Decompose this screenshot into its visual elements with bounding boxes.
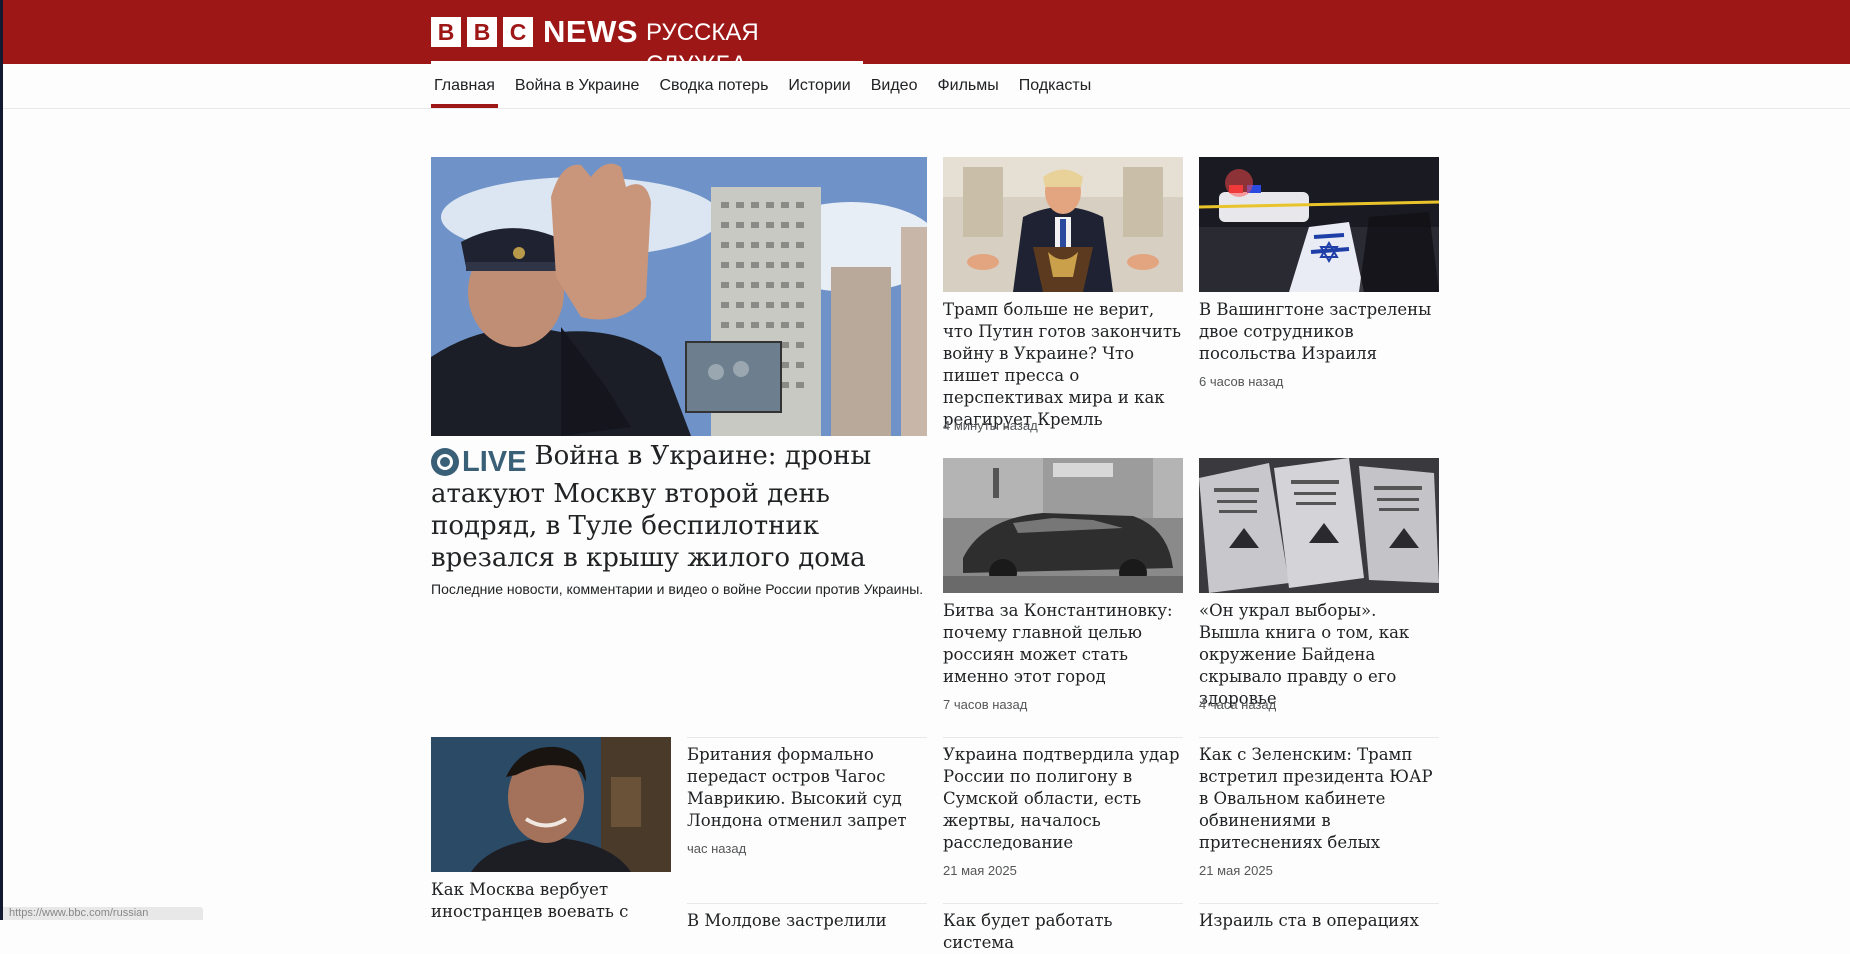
story-divider: [687, 737, 927, 738]
policeman-photo: [431, 157, 927, 436]
burned-car-photo: [943, 458, 1183, 593]
story-timestamp-washington: 6 часов назад: [1199, 374, 1284, 389]
story-image-biden-book[interactable]: [1199, 458, 1439, 593]
story-headline-trump-south-africa[interactable]: Как с Зеленским: Трамп встретил президен…: [1199, 744, 1441, 854]
story-image-konstantinovka[interactable]: [943, 458, 1183, 593]
story-timestamp-sumy-strike: 21 мая 2025: [943, 863, 1017, 878]
story-timestamp-konstantinovka: 7 часов назад: [943, 697, 1028, 712]
story-divider: [943, 737, 1183, 738]
trump-podium-photo: [943, 157, 1183, 292]
story-divider: [687, 903, 927, 904]
story-headline-washington[interactable]: В Вашингтоне застрелены двое сотрудников…: [1199, 299, 1441, 365]
nav-list: Главная Война в Украине Сводка потерь Ис…: [431, 64, 1108, 108]
nav-item-films[interactable]: Фильмы: [934, 64, 1001, 108]
story-timestamp-biden-book: 4 часа назад: [1199, 697, 1277, 712]
lead-story-headline[interactable]: LIVE Война в Украине: дроны атакуют Моск…: [431, 440, 931, 574]
bbc-news-russian-logo[interactable]: B B C NEWS РУССКАЯ СЛУЖБА: [431, 14, 863, 78]
bbc-blocks-logo: B B C: [431, 17, 533, 47]
nav-item-stories[interactable]: Истории: [785, 64, 853, 108]
story-timestamp-trump: 4 минуты назад: [943, 418, 1038, 433]
live-indicator-icon: [431, 448, 459, 476]
story-headline-konstantinovka[interactable]: Битва за Константиновку: почему главной …: [943, 600, 1185, 688]
window-edge: [0, 0, 3, 920]
police-scene-photo: [1199, 157, 1439, 292]
nav-item-home[interactable]: Главная: [431, 64, 498, 108]
story-image-trump[interactable]: [943, 157, 1183, 292]
bbc-block-c: C: [503, 17, 533, 47]
nav-item-war-in-ukraine[interactable]: Война в Украине: [512, 64, 643, 108]
young-man-photo: [431, 737, 671, 872]
brand-news-label: NEWS: [543, 14, 638, 49]
nav-item-video[interactable]: Видео: [868, 64, 921, 108]
book-covers-photo: [1199, 458, 1439, 593]
story-headline-chagos[interactable]: Британия формально передаст остров Чагос…: [687, 744, 929, 832]
masthead: B B C NEWS РУССКАЯ СЛУЖБА: [3, 0, 1850, 78]
live-label: LIVE: [462, 446, 527, 478]
primary-navigation: Главная Война в Украине Сводка потерь Ис…: [3, 64, 1850, 109]
story-image-washington[interactable]: [1199, 157, 1439, 292]
lead-story-image[interactable]: [431, 157, 927, 436]
story-headline-trump[interactable]: Трамп больше не верит, что Путин готов з…: [943, 299, 1185, 431]
lead-story-summary: Последние новости, комментарии и видео о…: [431, 581, 924, 597]
live-badge: LIVE: [431, 446, 526, 478]
story-headline-sumy-strike[interactable]: Украина подтвердила удар России по полиг…: [943, 744, 1185, 854]
nav-item-podcasts[interactable]: Подкасты: [1016, 64, 1094, 108]
story-headline-moscow-recruits[interactable]: Как Москва вербует иностранцев воевать с: [431, 879, 673, 923]
story-image-moscow-recruits[interactable]: [431, 737, 671, 872]
story-timestamp-chagos: час назад: [687, 841, 747, 856]
bbc-block-b2: B: [467, 17, 497, 47]
status-bar-url: https://www.bbc.com/russian: [3, 907, 203, 920]
story-headline-biden-book[interactable]: «Он украл выборы». Вышла книга о том, ка…: [1199, 600, 1441, 710]
story-divider: [1199, 737, 1439, 738]
bbc-block-b1: B: [431, 17, 461, 47]
story-divider: [1199, 903, 1439, 904]
story-divider: [943, 903, 1183, 904]
story-headline-moldova[interactable]: В Молдове застрелили: [687, 910, 929, 932]
story-timestamp-trump-south-africa: 21 мая 2025: [1199, 863, 1273, 878]
story-headline-israel[interactable]: Израиль ста в операциях: [1199, 910, 1441, 932]
nav-item-casualties-summary[interactable]: Сводка потерь: [656, 64, 771, 108]
story-headline-system[interactable]: Как будет работать система: [943, 910, 1185, 954]
